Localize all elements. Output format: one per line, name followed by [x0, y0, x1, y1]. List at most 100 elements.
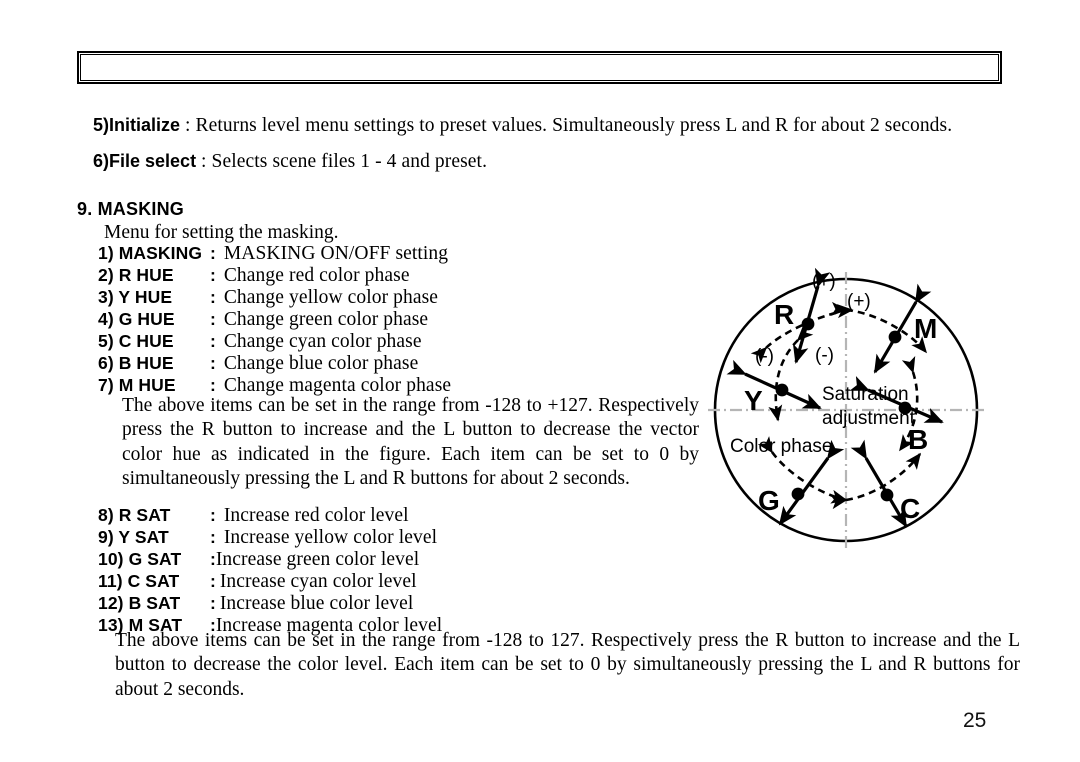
c-node-dot: [880, 488, 894, 502]
node-label-r: R: [774, 299, 794, 330]
node-label-g: G: [758, 485, 780, 516]
list-colon: :: [210, 505, 216, 525]
color-phase-saturation-diagram: R (+) (+) (-) (-) M Y B G C Saturation a…: [700, 262, 1000, 562]
list-desc: Change cyan color phase: [223, 331, 422, 352]
list-num: 5): [98, 331, 114, 351]
list-key: 9) Y SAT: [98, 527, 210, 548]
g-node-dot: [791, 487, 805, 501]
item-5-separator: :: [180, 115, 196, 136]
list-item-g-sat: 10) G SAT:Increase green color level: [98, 549, 419, 571]
node-label-m: M: [914, 313, 937, 344]
list-key-text: B HUE: [118, 353, 174, 373]
r-phase-plus-label: (+): [847, 291, 871, 312]
list-desc: Change magenta color phase: [223, 375, 452, 396]
header-rule-box: [77, 51, 1002, 84]
list-colon: :: [210, 571, 216, 591]
list-num: 12): [98, 593, 124, 613]
list-key: 12) B SAT: [98, 593, 210, 614]
list-key: 4) G HUE: [98, 309, 210, 330]
list-key-text: M HUE: [118, 375, 176, 395]
list-item-b-hue: 6) B HUE: Change blue color phase: [98, 353, 418, 375]
header-rule-inner: [80, 54, 999, 81]
node-label-y: Y: [744, 385, 763, 416]
caption-saturation-line2: adjustment: [822, 408, 916, 429]
hue-range-note-text: The above items can be set in the range …: [122, 395, 699, 489]
list-num: 6): [98, 353, 114, 373]
hue-range-note: The above items can be set in the range …: [122, 394, 699, 491]
list-item-r-sat: 8) R SAT: Increase red color level: [98, 505, 409, 527]
list-num: 2): [98, 265, 114, 285]
list-key-text: B SAT: [128, 593, 181, 613]
list-colon: :: [210, 593, 216, 613]
item-6-body: Selects scene files 1 - 4 and preset.: [211, 151, 488, 172]
list-item-c-hue: 5) C HUE: Change cyan color phase: [98, 331, 422, 353]
section-subheading: Menu for setting the masking.: [104, 222, 339, 243]
list-colon: :: [210, 309, 216, 329]
list-item-b-sat: 12) B SAT: Increase blue color level: [98, 593, 413, 615]
r-sat-minus-label: (-): [755, 346, 774, 367]
list-num: 11): [98, 571, 123, 591]
list-item-g-hue: 4) G HUE: Change green color phase: [98, 309, 428, 331]
list-key-text: G SAT: [128, 549, 182, 569]
m-node-dot: [888, 330, 902, 344]
list-num: 3): [98, 287, 114, 307]
list-key: 8) R SAT: [98, 505, 210, 526]
list-key: 11) C SAT: [98, 571, 210, 592]
list-num: 10): [98, 549, 124, 569]
item-5-body: Returns level menu settings to preset va…: [195, 115, 953, 136]
section-heading: 9. MASKING: [77, 199, 185, 219]
list-key: 2) R HUE: [98, 265, 210, 286]
caption-saturation-line1: Saturation: [822, 384, 909, 405]
list-key-text: R SAT: [118, 505, 171, 525]
list-key-text: Y HUE: [118, 287, 173, 307]
item-5-number: 5): [93, 115, 110, 135]
item-6-number: 6): [93, 151, 110, 171]
list-key-text: Y SAT: [118, 527, 169, 547]
list-num: 9): [98, 527, 114, 547]
list-colon: :: [210, 243, 216, 263]
list-desc: Increase yellow color level: [223, 527, 438, 548]
y-node-dot: [775, 383, 789, 397]
list-desc: Increase cyan color level: [219, 571, 417, 592]
list-num: 7): [98, 375, 114, 395]
list-key-text: MASKING: [118, 243, 203, 263]
item-6-label: File select: [109, 151, 197, 171]
list-desc: Change green color phase: [223, 309, 429, 330]
list-key-text: C HUE: [118, 331, 174, 351]
list-item-y-hue: 3) Y HUE: Change yellow color phase: [98, 287, 438, 309]
list-desc: Change red color phase: [223, 265, 410, 286]
continued-item-6: 6)File select : Selects scene files 1 - …: [93, 151, 487, 173]
list-desc: MASKING ON/OFF setting: [223, 243, 449, 264]
list-item-c-sat: 11) C SAT: Increase cyan color level: [98, 571, 417, 593]
list-item-y-sat: 9) Y SAT: Increase yellow color level: [98, 527, 437, 549]
list-colon: :: [210, 375, 216, 395]
document-page: 5)Initialize : Returns level menu settin…: [0, 0, 1080, 762]
list-desc: Change yellow color phase: [223, 287, 439, 308]
list-num: 1): [98, 243, 114, 263]
list-key: 5) C HUE: [98, 331, 210, 352]
sat-range-note-text: The above items can be set in the range …: [115, 630, 1020, 700]
r-node-dot: [801, 317, 815, 331]
list-key-text: C SAT: [127, 571, 180, 591]
list-colon: :: [210, 265, 216, 285]
list-colon: :: [210, 287, 216, 307]
caption-color-phase: Color phase: [730, 436, 832, 457]
item-5-label: Initialize: [109, 115, 181, 135]
continued-item-5: 5)Initialize : Returns level menu settin…: [93, 115, 952, 137]
list-item-r-hue: 2) R HUE: Change red color phase: [98, 265, 410, 287]
list-key-text: R HUE: [118, 265, 174, 285]
item-6-separator: :: [196, 151, 212, 172]
list-item-masking: 1) MASKING: MASKING ON/OFF setting: [98, 243, 448, 265]
page-number: 25: [963, 709, 987, 732]
list-desc: Increase green color level: [215, 549, 420, 570]
list-key: 3) Y HUE: [98, 287, 210, 308]
list-key-text: G HUE: [118, 309, 175, 329]
list-colon: :: [210, 331, 216, 351]
sat-range-note: The above items can be set in the range …: [115, 629, 1020, 702]
list-colon: :: [210, 353, 216, 373]
r-phase-minus-label: (-): [815, 345, 834, 366]
list-desc: Increase red color level: [223, 505, 409, 526]
list-key: 7) M HUE: [98, 375, 210, 396]
list-num: 8): [98, 505, 114, 525]
list-colon: :: [210, 527, 216, 547]
